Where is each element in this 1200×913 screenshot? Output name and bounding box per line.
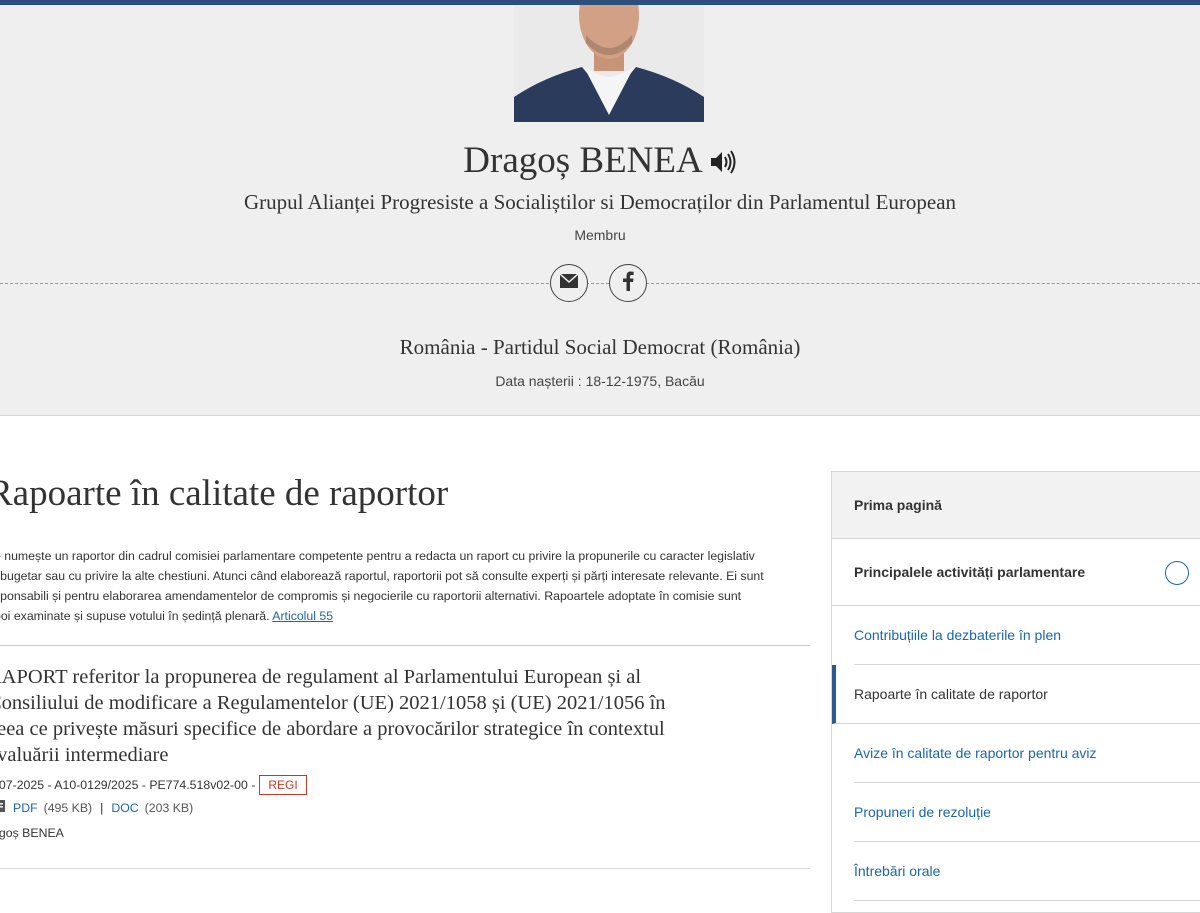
profile-photo: [514, 5, 704, 122]
report-meta: 2-07-2025 - A10-0129/2025 - PE774.518v02…: [0, 775, 307, 795]
intro-line: i bugetar sau cu privire la alte chestiu…: [0, 569, 764, 583]
report-title-line: RAPORT referitor la propunerea de regula…: [0, 666, 642, 688]
sidebar-item-reports[interactable]: Rapoarte în calitate de raportor: [832, 665, 1200, 724]
doc-size: (203 KB): [144, 800, 194, 815]
sidebar-section-header: Principalele activități parlamentare: [832, 539, 1200, 606]
member-role: Membru: [574, 227, 626, 243]
political-group: Grupul Alianței Progresiste a Socialiști…: [243, 190, 957, 214]
intro-text: e numește un raportor din cadrul comisie…: [0, 546, 812, 626]
sidebar-section-label: Principalele activități parlamentare: [854, 564, 1086, 580]
sidebar-home-link[interactable]: Prima pagină: [832, 472, 1200, 539]
sidebar-item-plenary[interactable]: Contribuțiile la dezbaterile în plen: [854, 606, 1200, 665]
facebook-button[interactable]: [609, 264, 647, 302]
report-title-line: evaluării intermediare: [0, 744, 169, 766]
email-icon: [559, 272, 579, 293]
country-party: România - Partidul Social Democrat (Româ…: [399, 335, 801, 359]
profile-header: Dragoș BENEA Grupul Alianței Progresiste…: [0, 5, 1200, 416]
pdf-file-icon: [0, 800, 5, 815]
report-title[interactable]: RAPORT referitor la propunerea de regula…: [0, 664, 778, 768]
report-author: ragoș BENEA: [0, 826, 64, 840]
sidebar-nav: Prima pagină Principalele activități par…: [831, 471, 1200, 913]
email-button[interactable]: [550, 264, 588, 302]
pdf-link[interactable]: PDF: [13, 801, 38, 815]
committee-badge[interactable]: REGI: [259, 775, 307, 795]
sidebar-item-resolutions[interactable]: Propuneri de rezoluție: [854, 783, 1200, 842]
separator-pipe: |: [100, 800, 104, 815]
report-title-line: Consiliului de modificare a Regulamentel…: [0, 692, 666, 714]
facebook-icon: [622, 271, 634, 296]
page-title: Rapoarte în calitate de raportor: [0, 473, 449, 514]
sidebar-item-opinions[interactable]: Avize în calitate de raportor pentru avi…: [854, 724, 1200, 783]
pdf-size: (495 KB): [43, 800, 93, 815]
sidebar-item-oral-questions[interactable]: Întrebări orale: [854, 842, 1200, 901]
divider: [0, 645, 810, 646]
birth-info: Data nașterii : 18-12-1975, Bacău: [495, 373, 705, 389]
doc-link[interactable]: DOC: [111, 801, 138, 815]
intro-line: poi examinate și supuse votului în ședin…: [0, 609, 270, 623]
report-reference: 2-07-2025 - A10-0129/2025 - PE774.518v02…: [0, 778, 256, 792]
collapse-toggle-icon[interactable]: [1165, 561, 1189, 585]
speaker-icon[interactable]: [709, 142, 737, 185]
intro-line: sponsabili și pentru elaborarea amendame…: [0, 589, 742, 603]
mep-name-row: Dragoș BENEA: [0, 139, 1200, 185]
report-files: PDF (495 KB) | DOC (203 KB): [0, 800, 193, 815]
article-link[interactable]: Articolul 55: [272, 609, 333, 623]
report-title-line: ceea ce privește măsuri specifice de abo…: [0, 718, 665, 740]
mep-name: Dragoș BENEA: [463, 140, 703, 181]
divider: [0, 868, 810, 869]
header-divider: [0, 283, 1200, 284]
intro-line: e numește un raportor din cadrul comisie…: [0, 549, 755, 563]
